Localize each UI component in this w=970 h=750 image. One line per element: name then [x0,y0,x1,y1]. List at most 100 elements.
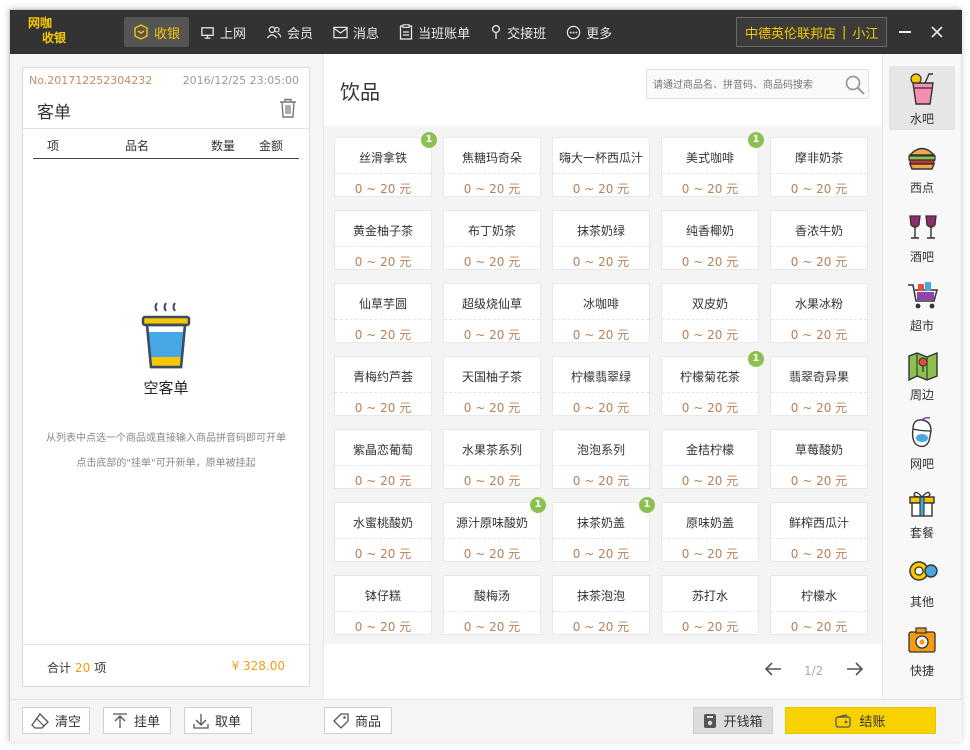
product-card[interactable]: 草莓酸奶 0 ~ 20 元 [770,429,868,489]
nav-item-members[interactable]: 会员 [257,17,322,47]
empty-order-title: 空客单 [143,379,189,397]
nav-item-online[interactable]: 上网 [191,17,255,47]
product-name: 摩非奶茶 [794,151,843,165]
next-page-icon[interactable] [846,661,864,677]
product-card[interactable]: 青梅约芦荟 0 ~ 20 元 [334,356,432,416]
checkout-button[interactable]: 结账 [785,707,936,734]
category-label: 其他 [909,595,934,609]
user-name: 小江 [852,26,879,42]
hold-order-button[interactable]: 挂单 [103,707,171,734]
product-name: 焦糖玛奇朵 [461,151,522,165]
product-price: 0 ~ 20 元 [572,620,630,634]
product-divider [662,611,758,612]
fetch-order-button[interactable]: 取单 [184,707,252,734]
category-netcafe[interactable]: 网吧 [889,411,955,475]
product-card[interactable]: 天国柚子茶 0 ~ 20 元 [443,356,541,416]
store-user-badge[interactable]: 中德英伦联邦店 | 小江 [736,17,888,47]
product-name: 原味奶盖 [685,516,734,530]
product-card[interactable]: 翡翠奇异果 0 ~ 20 元 [770,356,868,416]
product-card[interactable]: 丝滑拿铁 0 ~ 20 元 1 [334,132,437,197]
nav-label: 交接班 [507,26,547,42]
minimize-icon[interactable] [896,23,914,41]
product-card[interactable]: 布丁奶茶 0 ~ 20 元 [443,210,541,270]
product-card[interactable]: 源汁原味酸奶 0 ~ 20 元 1 [443,497,546,562]
category-drinks[interactable]: 水吧 [889,66,955,130]
nav-item-more[interactable]: 更多 [557,17,621,47]
product-card[interactable]: 仙草芋圆 0 ~ 20 元 [334,283,432,343]
product-card[interactable]: 钵仔糕 0 ~ 20 元 [334,575,432,635]
product-card[interactable]: 超级烧仙草 0 ~ 20 元 [443,283,541,343]
category-bar[interactable]: 酒吧 [889,204,955,268]
close-icon[interactable] [928,23,946,41]
nav-item-handover[interactable]: 交接班 [481,17,555,47]
clear-label: 清空 [55,715,82,730]
search-icon[interactable] [844,74,866,96]
product-price: 0 ~ 20 元 [572,401,630,415]
category-other[interactable]: 其他 [889,549,955,613]
product-divider [444,611,540,612]
prev-page-icon[interactable] [764,661,782,677]
product-price: 0 ~ 20 元 [681,620,739,634]
product-divider [335,173,431,174]
product-card[interactable]: 抹茶奶盖 0 ~ 20 元 1 [552,497,655,562]
product-card[interactable]: 冰咖啡 0 ~ 20 元 [552,283,650,343]
open-cashbox-button[interactable]: 开钱箱 [693,707,773,734]
product-divider [444,246,540,247]
trash-icon[interactable] [279,98,297,118]
product-name: 苏打水 [691,589,728,603]
product-price: 0 ~ 20 元 [463,620,521,634]
product-divider [444,465,540,466]
product-card[interactable]: 摩非奶茶 0 ~ 20 元 [770,137,868,197]
product-card[interactable]: 纯香椰奶 0 ~ 20 元 [661,210,759,270]
nav-item-shift-bill[interactable]: 当班账单 [390,17,479,47]
summary-count: 合计 20 项 [47,659,106,676]
order-panel: No.201712252304232 2016/12/25 23:05:00 客… [22,67,310,687]
product-card[interactable]: 双皮奶 0 ~ 20 元 [661,283,759,343]
wallet-icon [835,713,852,728]
product-card[interactable]: 原味奶盖 0 ~ 20 元 [661,502,759,562]
product-card[interactable]: 焦糖玛奇朵 0 ~ 20 元 [443,137,541,197]
eraser-icon [31,712,49,729]
product-card[interactable]: 苏打水 0 ~ 20 元 [661,575,759,635]
category-label: 网吧 [909,457,934,471]
product-card[interactable]: 抹茶奶绿 0 ~ 20 元 [552,210,650,270]
category-nearby[interactable]: 周边 [889,342,955,406]
product-name: 纯香椰奶 [685,224,734,238]
product-divider [771,319,867,320]
main-nav: 收银 上网 会员 消息 当班账单 交接班 更多 [124,17,623,47]
product-card[interactable]: 酸梅汤 0 ~ 20 元 [443,575,541,635]
nav-item-cashier[interactable]: 收银 [124,17,190,47]
product-card[interactable]: 香浓牛奶 0 ~ 20 元 [770,210,868,270]
top-bar: 网咖 收银 收银 上网 会员 消息 当班账单 交接班 更多 中德英伦联邦店 | … [10,10,962,54]
hold-label: 挂单 [134,715,161,730]
product-price: 0 ~ 20 元 [572,547,630,561]
category-market[interactable]: 超市 [889,273,955,337]
product-price: 0 ~ 20 元 [354,328,412,342]
product-card[interactable]: 金桔柠檬 0 ~ 20 元 [661,429,759,489]
category-quick[interactable]: 快捷 [889,618,955,682]
clear-button[interactable]: 清空 [22,707,90,734]
product-card[interactable]: 美式咖啡 0 ~ 20 元 1 [661,132,764,197]
empty-cup-icon [141,302,191,369]
product-card[interactable]: 黄金柚子茶 0 ~ 20 元 [334,210,432,270]
search-input[interactable] [653,76,833,94]
product-card[interactable]: 抹茶泡泡 0 ~ 20 元 [552,575,650,635]
nav-item-messages[interactable]: 消息 [324,17,388,47]
category-label: 酒吧 [909,250,934,264]
category-pastry[interactable]: 西点 [889,135,955,199]
product-divider [553,392,649,393]
order-summary: 合计 20 项 ¥ 328.00 [23,644,309,686]
product-card[interactable]: 水蜜桃酸奶 0 ~ 20 元 [334,502,432,562]
product-card[interactable]: 柠檬水 0 ~ 20 元 [770,575,868,635]
product-card[interactable]: 紫晶恋葡萄 0 ~ 20 元 [334,429,432,489]
product-card[interactable]: 嗨大一杯西瓜汁 0 ~ 20 元 [552,137,650,197]
goods-button[interactable]: 商品 [324,707,392,734]
product-card[interactable]: 鲜榨西瓜汁 0 ~ 20 元 [770,502,868,562]
product-price: 0 ~ 20 元 [681,547,739,561]
product-card[interactable]: 泡泡系列 0 ~ 20 元 [552,429,650,489]
product-card[interactable]: 水果冰粉 0 ~ 20 元 [770,283,868,343]
product-card[interactable]: 柠檬翡翠绿 0 ~ 20 元 [552,356,650,416]
product-card[interactable]: 水果茶系列 0 ~ 20 元 [443,429,541,489]
category-combo[interactable]: 套餐 [889,480,955,544]
product-card[interactable]: 柠檬菊花茶 0 ~ 20 元 1 [661,351,764,416]
